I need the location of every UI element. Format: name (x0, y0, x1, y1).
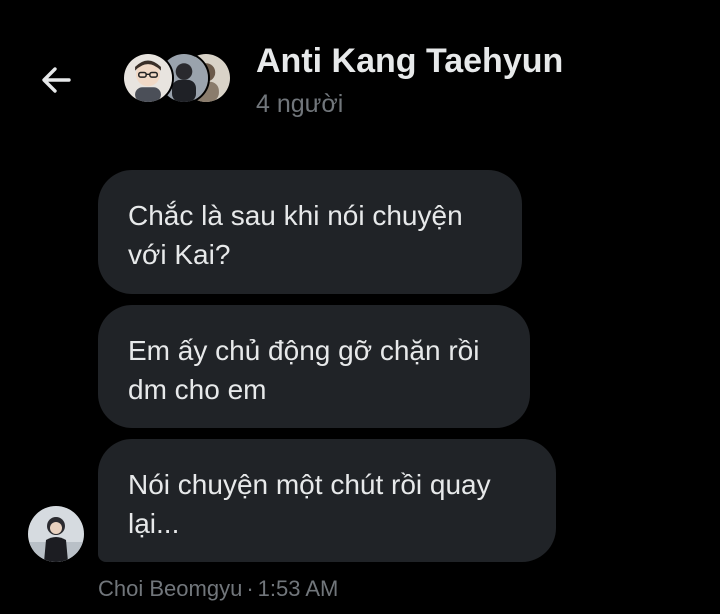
message-text: Em ấy chủ động gỡ chặn rồi (128, 335, 480, 366)
conversation-title: Anti Kang Taehyun (256, 42, 564, 80)
arrow-left-icon (42, 67, 71, 93)
group-avatars[interactable] (122, 52, 234, 106)
message-text: lại... (128, 508, 180, 539)
sender-avatar[interactable] (28, 506, 84, 562)
conversation-header: Anti Kang Taehyun 4 người (0, 0, 720, 140)
message-text: với Kai? (128, 239, 231, 270)
message-bubble[interactable]: Chắc là sau khi nói chuyện với Kai? (98, 170, 522, 294)
message-bubble[interactable]: Nói chuyện một chút rồi quay lại... (98, 439, 556, 562)
meta-separator: · (246, 576, 254, 601)
group-member-avatar (122, 52, 174, 104)
message-bubble[interactable]: Em ấy chủ động gỡ chặn rồi dm cho em (98, 305, 530, 428)
sender-name[interactable]: Choi Beomgyu (98, 576, 242, 601)
message-text: Chắc là sau khi nói chuyện (128, 200, 463, 231)
message-text: dm cho em (128, 374, 267, 405)
message-meta: Choi Beomgyu · 1:53 AM (98, 576, 338, 602)
message-text: Nói chuyện một chút rồi quay (128, 469, 491, 500)
member-count[interactable]: 4 người (256, 90, 343, 119)
back-button[interactable] (36, 60, 76, 100)
message-timestamp: 1:53 AM (257, 576, 339, 601)
